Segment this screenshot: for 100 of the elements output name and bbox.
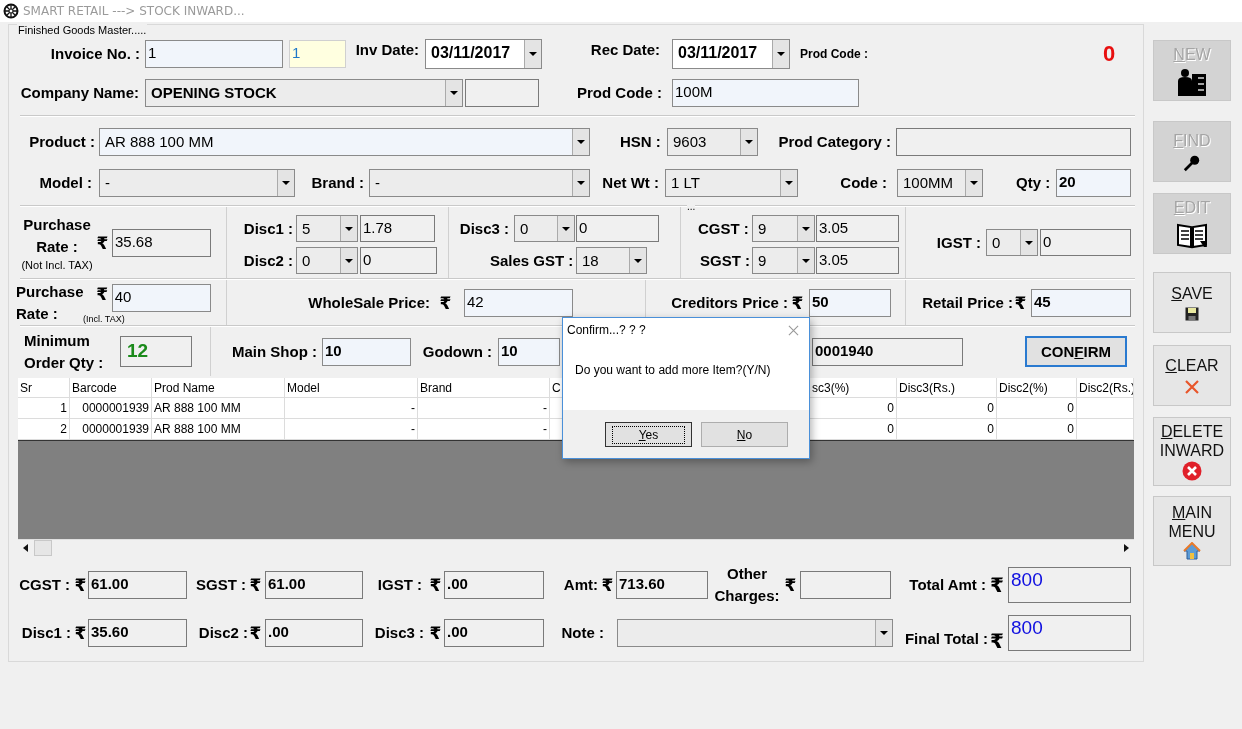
caret-icon <box>445 79 462 106</box>
total-amount-field[interactable]: 800 <box>1008 567 1131 603</box>
wholesale-price-field[interactable]: 42 <box>464 288 573 317</box>
godown-field[interactable]: 10 <box>498 337 560 366</box>
field-label: Disc3 : <box>458 219 509 238</box>
column-header[interactable]: Prod Name <box>152 378 285 398</box>
igst-total-field[interactable]: .00 <box>444 571 544 599</box>
table-cell: - <box>418 419 550 440</box>
discount-total-field[interactable]: .00 <box>444 619 544 647</box>
code-dropdown[interactable]: 100MM <box>897 168 983 197</box>
cgst-total-field[interactable]: 61.00 <box>88 571 187 599</box>
net-weight-dropdown[interactable]: 1 LT <box>665 168 798 197</box>
delete-button[interactable]: DELETE INWARD <box>1153 417 1231 486</box>
dialog-button[interactable]: No <box>701 422 788 447</box>
column-header[interactable]: Disc2(%) <box>997 378 1077 398</box>
caret-icon <box>965 169 982 196</box>
creditors-price-field[interactable]: 50 <box>809 288 891 317</box>
field-label: Minimum Order Qty : <box>24 330 105 373</box>
discount-total-field[interactable]: .00 <box>265 619 363 647</box>
igst-amount-field[interactable]: 0 <box>1040 229 1131 256</box>
field-label: Company Name: <box>19 83 139 102</box>
brand-dropdown[interactable]: - <box>369 168 590 197</box>
discount-total-field[interactable]: 35.60 <box>88 619 187 647</box>
counter-value: 0 <box>1103 40 1116 67</box>
field-label: Brand : <box>310 173 364 192</box>
product-dropdown[interactable]: AR 888 100 MM <box>99 127 590 156</box>
table-cell: 0 <box>997 398 1077 419</box>
final-total-field[interactable]: 800 <box>1008 615 1131 651</box>
sales-gst-dropdown[interactable]: 18 <box>576 247 647 274</box>
caret-icon <box>340 248 357 273</box>
rupee-sign: ₹ <box>248 575 263 595</box>
column-header[interactable]: Sr <box>18 378 70 398</box>
discount-dropdown[interactable]: 5 <box>296 215 358 242</box>
discount-amount-field[interactable]: 0 <box>360 247 437 274</box>
company-dropdown[interactable]: OPENING STOCK <box>145 78 463 107</box>
field-label: Total Amt : <box>908 576 986 594</box>
rupee-sign: ₹ <box>989 575 1005 595</box>
main-shop-field[interactable]: 10 <box>322 337 411 366</box>
barcode-field[interactable]: 0001940 <box>812 337 963 366</box>
column-header[interactable]: Barcode <box>70 378 152 398</box>
minimum-order-qty-field[interactable]: 12 <box>120 336 192 367</box>
delete-icon <box>1182 461 1202 481</box>
field-label: Godown : <box>421 342 492 361</box>
amount-field[interactable]: 713.60 <box>616 571 708 599</box>
rupee-sign: ₹ <box>95 284 110 304</box>
company-code-field[interactable] <box>465 78 539 107</box>
tax-note: (Not Incl. TAX) <box>21 259 93 271</box>
field-label: Net Wt : <box>601 173 659 192</box>
field-label: Main Shop : <box>231 342 317 361</box>
column-header[interactable]: Disc3(Rs.) <box>897 378 997 398</box>
field-label: Inv Date: <box>354 41 419 59</box>
field-label: Product : <box>28 132 95 151</box>
date-picker[interactable]: 03/11/2017 <box>672 38 790 69</box>
table-cell: - <box>285 398 418 419</box>
serial-number-field[interactable]: 1 <box>289 39 346 68</box>
hsn-dropdown[interactable]: 9603 <box>667 127 758 156</box>
dialog-button[interactable]: Yes <box>605 422 692 447</box>
sgst-dropdown[interactable]: 9 <box>752 247 815 274</box>
cgst-dropdown[interactable]: 9 <box>752 215 815 242</box>
table-cell <box>1077 398 1134 419</box>
igst-dropdown[interactable]: 0 <box>986 229 1038 256</box>
retail-price-field[interactable]: 45 <box>1031 288 1131 317</box>
group-caption: Finished Goods Master..... <box>17 24 148 36</box>
caret-icon <box>557 216 574 241</box>
sgst-amount-field[interactable]: 3.05 <box>816 247 899 274</box>
invoice-number-field[interactable]: 1 <box>145 39 283 68</box>
confirm-button[interactable]: CONFIRM <box>1025 336 1127 367</box>
discount-amount-field[interactable]: 1.78 <box>360 215 435 242</box>
table-cell: - <box>418 398 550 419</box>
column-header[interactable]: Model <box>285 378 418 398</box>
field-label: Invoice No. : <box>49 44 140 63</box>
note-dropdown[interactable] <box>617 619 893 647</box>
key-icon <box>1183 154 1201 172</box>
prod-code-field[interactable]: 100M <box>672 78 859 107</box>
field-label: Creditors Price : <box>670 293 788 312</box>
sgst-total-field[interactable]: 61.00 <box>265 571 363 599</box>
clear-button[interactable]: CLEAR <box>1153 345 1231 406</box>
column-header[interactable]: sc3(%) <box>810 378 897 398</box>
close-icon[interactable] <box>788 324 799 336</box>
prod-category-field[interactable] <box>896 127 1131 156</box>
cgst-amount-field[interactable]: 3.05 <box>816 215 899 242</box>
scrollbar-thumb[interactable] <box>34 540 52 556</box>
quantity-field[interactable]: 20 <box>1056 168 1131 197</box>
table-cell: - <box>285 419 418 440</box>
people-icon <box>1176 68 1208 96</box>
main-menu-button[interactable]: MAIN MENU <box>1153 496 1231 566</box>
discount-dropdown[interactable]: 0 <box>514 215 575 242</box>
purchase-rate-field[interactable]: 35.68 <box>112 228 211 257</box>
model-dropdown[interactable]: - <box>99 168 295 197</box>
discount-amount-field[interactable]: 0 <box>576 215 659 242</box>
group-caption: ... <box>687 202 696 212</box>
save-button[interactable]: SAVE <box>1153 272 1231 333</box>
table-cell: 0 <box>997 419 1077 440</box>
other-charges-field[interactable] <box>800 571 891 599</box>
date-picker[interactable]: 03/11/2017 <box>425 38 542 69</box>
field-label: Disc2 : <box>242 251 293 270</box>
discount-dropdown[interactable]: 0 <box>296 247 358 274</box>
column-header[interactable]: Brand <box>418 378 550 398</box>
purchase-rate-field[interactable]: 40 <box>111 284 211 312</box>
field-label: Sales GST : <box>490 251 571 270</box>
